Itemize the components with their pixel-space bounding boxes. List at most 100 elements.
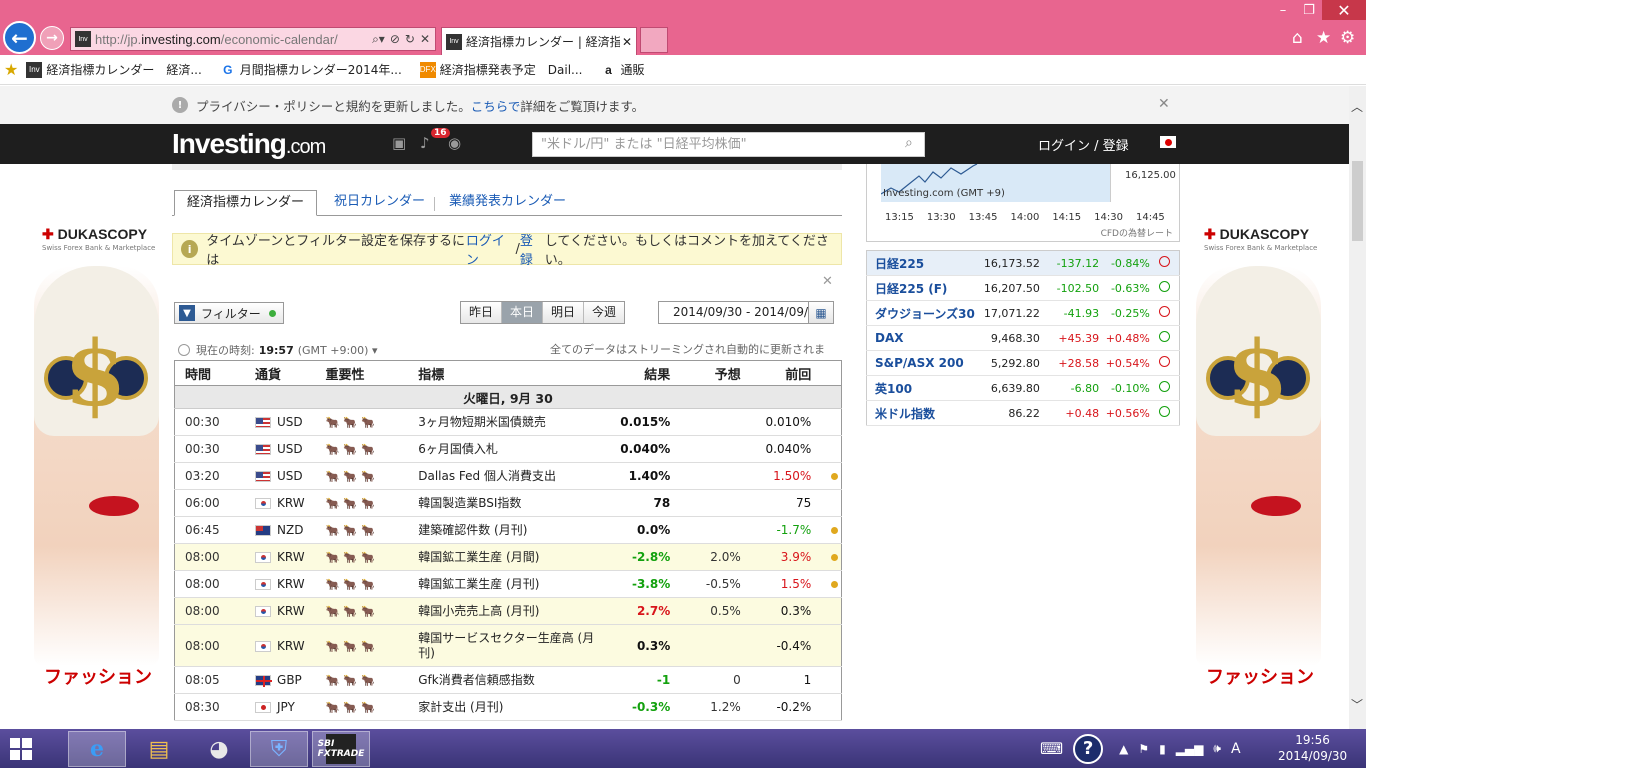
start-button[interactable] xyxy=(10,738,32,760)
row-event[interactable]: Gfk消費者信頼感指数 xyxy=(408,666,610,694)
row-event[interactable]: 3ヶ月物短期米国債競売 xyxy=(408,408,610,436)
login-register-link[interactable]: ログイン / 登録 xyxy=(1038,135,1129,154)
index-name[interactable]: 日経225 (F) xyxy=(866,275,977,301)
table-row[interactable]: 00:30 USD 🐂 🐂 🐂 6ヶ月国債入札 0.040% 0.040% xyxy=(174,435,842,463)
tab-holiday-calendar[interactable]: 祝日カレンダー xyxy=(322,190,437,216)
table-row[interactable]: 08:00 KRW 🐂 🐂 🐂 韓国鉱工業生産 (月間) -2.8% 2.0% 3.9% xyxy=(174,543,842,571)
index-row[interactable]: 英100 6,639.80 -6.80 -0.10% xyxy=(866,375,1180,401)
vertical-scrollbar[interactable]: ︿ ﹀ xyxy=(1349,86,1366,729)
index-name[interactable]: 日経225 xyxy=(866,250,977,276)
index-row[interactable]: DAX 9,468.30 +45.39 +0.48% xyxy=(866,325,1180,351)
notice-login-link[interactable]: ログイン xyxy=(466,230,516,268)
favorites-star-icon[interactable]: ★ xyxy=(1316,28,1331,48)
favorite-item[interactable]: Inv 経済指標カレンダー 経済... xyxy=(26,61,202,78)
new-tab-button[interactable] xyxy=(640,27,668,53)
chevron-down-icon[interactable]: ▾ xyxy=(368,344,378,357)
url-text[interactable]: http://jp.investing.com/economic-calenda… xyxy=(95,32,372,47)
close-icon[interactable]: ✕ xyxy=(822,274,833,289)
bell-icon[interactable]: ♪ xyxy=(420,134,430,152)
forward-button[interactable]: → xyxy=(40,26,64,50)
maximize-button[interactable]: ❐ xyxy=(1296,0,1322,20)
help-icon[interactable]: ? xyxy=(1073,733,1104,764)
index-name[interactable]: DAX xyxy=(866,325,977,351)
address-bar[interactable]: Inv http://jp.investing.com/economic-cal… xyxy=(70,27,436,51)
home-icon[interactable]: ⌂ xyxy=(1292,28,1303,48)
row-event[interactable]: 6ヶ月国債入札 xyxy=(408,435,610,463)
table-row[interactable]: 08:00 KRW 🐂 🐂 🐂 韓国小売売上高 (月刊) 2.7% 0.5% 0.3% xyxy=(174,597,842,625)
index-row[interactable]: 米ドル指数 86.22 +0.48 +0.56% xyxy=(866,400,1180,426)
index-row[interactable]: ダウジョーンズ30 17,071.22 -41.93 -0.25% xyxy=(866,300,1180,326)
shield-icon[interactable]: ⛨ xyxy=(250,731,308,767)
filter-button[interactable]: ▼ フィルター xyxy=(174,302,284,324)
row-event[interactable]: 韓国鉱工業生産 (月刊) xyxy=(408,570,610,598)
index-row[interactable]: 日経225 (F) 16,207.50 -102.50 -0.63% xyxy=(866,275,1180,301)
notice-register-link[interactable]: 登録 xyxy=(520,230,545,268)
scrollbar-thumb[interactable] xyxy=(1352,161,1363,241)
table-row[interactable]: 08:00 KRW 🐂 🐂 🐂 韓国鉱工業生産 (月刊) -3.8% -0.5% 1.5% xyxy=(174,570,842,598)
mini-chart[interactable]: Investing.com (GMT +9) 16,125.00 13:15 1… xyxy=(866,164,1180,242)
row-event[interactable]: 韓国サービスセクター生産高 (月刊) xyxy=(408,624,610,667)
row-event[interactable]: 韓国小売売上高 (月刊) xyxy=(408,597,610,625)
search-icon[interactable]: ⌕ xyxy=(905,135,913,151)
index-name[interactable]: 英100 xyxy=(866,375,977,401)
globe-icon[interactable]: ◉ xyxy=(448,134,461,152)
paint-palette-icon[interactable]: ◕ xyxy=(190,731,248,767)
back-button[interactable]: ← xyxy=(3,21,36,54)
investing-logo[interactable]: Investing.com xyxy=(172,128,326,160)
compat-view-icon[interactable]: ⊘ xyxy=(390,32,400,46)
privacy-link[interactable]: こちらで xyxy=(471,96,521,115)
calendar-icon[interactable]: ▦ xyxy=(808,301,834,324)
yesterday-button[interactable]: 昨日 xyxy=(461,302,503,323)
signal-icon[interactable]: ▂▄▆ xyxy=(1176,742,1204,756)
row-event[interactable]: Dallas Fed 個人消費支出 xyxy=(408,462,610,490)
keyboard-icon[interactable]: ⌨ xyxy=(1040,739,1063,758)
browser-tab[interactable]: Inv 経済指標カレンダー | 経済指... ✕ xyxy=(441,27,637,55)
battery-icon[interactable]: ▮ xyxy=(1159,742,1166,756)
table-row[interactable]: 06:45 NZD 🐂 🐂 🐂 建築確認件数 (月刊) 0.0% -1.7% xyxy=(174,516,842,544)
index-name[interactable]: S&P/ASX 200 xyxy=(866,350,977,376)
table-row[interactable]: 06:00 KRW 🐂 🐂 🐂 韓国製造業BSI指数 78 75 xyxy=(174,489,842,517)
scroll-down-icon[interactable]: ﹀ xyxy=(1351,696,1363,713)
portfolio-icon[interactable]: ▣ xyxy=(392,134,406,152)
favorites-icon[interactable]: ★ xyxy=(4,60,18,79)
search-icon[interactable]: ⌕▾ xyxy=(372,32,385,47)
close-icon[interactable]: ✕ xyxy=(420,32,430,46)
explorer-folder-icon[interactable]: ▤ xyxy=(130,731,188,767)
gear-icon[interactable]: ⚙ xyxy=(1340,28,1355,48)
sbi-fxtrade-icon[interactable]: SBI FXTRADE xyxy=(312,731,370,767)
volume-icon[interactable]: 🕪 xyxy=(1213,741,1221,756)
tomorrow-button[interactable]: 明日 xyxy=(543,302,585,323)
japan-flag-icon[interactable] xyxy=(1160,136,1176,148)
row-event[interactable]: 韓国鉱工業生産 (月間) xyxy=(408,543,610,571)
flag-icon[interactable]: ⚑ xyxy=(1138,742,1149,756)
left-ad-banner[interactable]: ✚ DUKASCOPY Swiss Forex Bank & Marketpla… xyxy=(34,226,159,716)
table-row[interactable]: 08:30 JPY 🐂 🐂 🐂 家計支出 (月刊) -0.3% 1.2% -0.2% xyxy=(174,693,842,721)
refresh-icon[interactable]: ↻ xyxy=(405,32,415,46)
table-row[interactable]: 08:05 GBP 🐂 🐂 🐂 Gfk消費者信頼感指数 -1 0 1 xyxy=(174,666,842,694)
chevron-up-icon[interactable]: ▲ xyxy=(1119,742,1128,756)
close-icon[interactable]: ✕ xyxy=(1158,96,1170,112)
scroll-up-icon[interactable]: ︿ xyxy=(1351,98,1363,115)
tab-earnings-calendar[interactable]: 業績発表カレンダー xyxy=(437,190,578,216)
timezone-selector[interactable]: (GMT +9:00) xyxy=(298,344,369,357)
tab-close-icon[interactable]: ✕ xyxy=(622,35,632,49)
row-event[interactable]: 韓国製造業BSI指数 xyxy=(408,489,610,517)
right-ad-banner[interactable]: ✚ DUKASCOPY Swiss Forex Bank & Marketpla… xyxy=(1196,226,1321,716)
table-row[interactable]: 08:00 KRW 🐂 🐂 🐂 韓国サービスセクター生産高 (月刊) 0.3% -0.4% xyxy=(174,624,842,667)
today-button[interactable]: 本日 xyxy=(502,302,544,323)
row-event[interactable]: 家計支出 (月刊) xyxy=(408,693,610,721)
index-row[interactable]: S&P/ASX 200 5,292.80 +28.58 +0.54% xyxy=(866,350,1180,376)
minimize-button[interactable]: – xyxy=(1270,0,1296,20)
favorite-item[interactable]: a 通販 xyxy=(600,61,645,78)
ie-taskbar-icon[interactable]: e xyxy=(68,731,126,767)
favorite-item[interactable]: G 月間指標カレンダー2014年... xyxy=(219,61,402,78)
index-name[interactable]: ダウジョーンズ30 xyxy=(866,300,977,326)
ime-indicator[interactable]: A xyxy=(1231,741,1241,757)
tab-economic-calendar[interactable]: 経済指標カレンダー xyxy=(174,190,318,216)
row-event[interactable]: 建築確認件数 (月刊) xyxy=(408,516,610,544)
index-name[interactable]: 米ドル指数 xyxy=(866,400,977,426)
index-row[interactable]: 日経225 16,173.52 -137.12 -0.84% xyxy=(866,250,1180,276)
favorite-item[interactable]: DFX 経済指標発表予定 Dail... xyxy=(419,61,583,78)
table-row[interactable]: 03:20 USD 🐂 🐂 🐂 Dallas Fed 個人消費支出 1.40% 1.50% xyxy=(174,462,842,490)
table-row[interactable]: 00:30 USD 🐂 🐂 🐂 3ヶ月物短期米国債競売 0.015% 0.010% xyxy=(174,408,842,436)
